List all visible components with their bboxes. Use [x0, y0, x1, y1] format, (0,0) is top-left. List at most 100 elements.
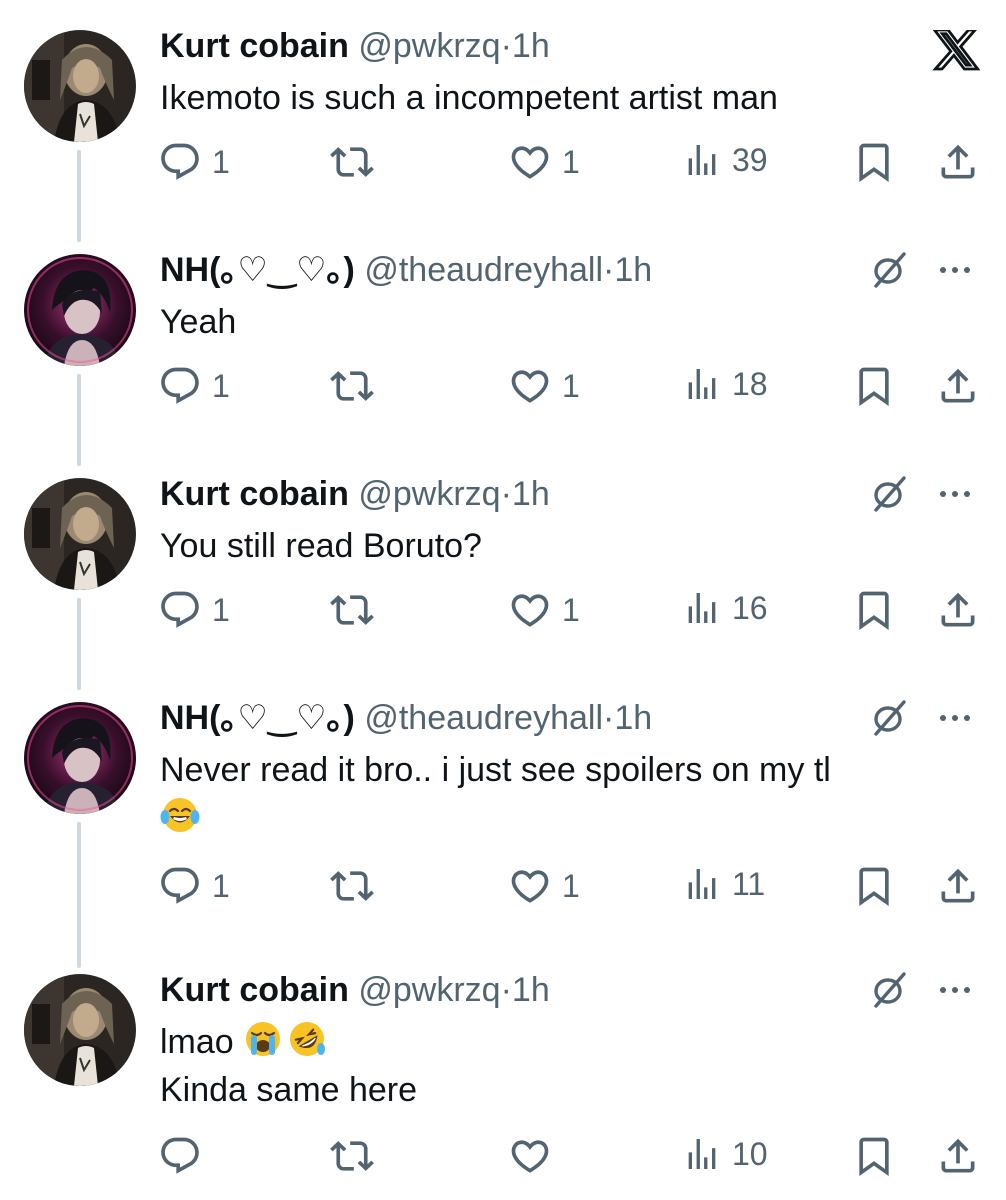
like-button[interactable]: 1	[508, 588, 580, 632]
avatar[interactable]	[24, 478, 136, 590]
retweet-button[interactable]	[330, 588, 374, 632]
reply-icon	[158, 1134, 202, 1178]
author-name[interactable]: Kurt cobain	[160, 971, 349, 1009]
reply-count: 1	[212, 592, 230, 628]
timestamp[interactable]: 1h	[614, 251, 652, 289]
tweet-text-span: lmao	[160, 1023, 234, 1061]
author-name[interactable]: NH(｡♡‿♡｡)	[160, 699, 355, 737]
author-handle[interactable]: @pwkrzq	[358, 27, 500, 65]
share-icon	[936, 1134, 980, 1178]
views-count: 39	[732, 142, 768, 178]
views-button[interactable]: 39	[682, 140, 768, 180]
author-handle[interactable]: @theaudreyhall	[364, 699, 603, 737]
tweet-text-line: Yeah	[160, 303, 237, 341]
reply-button[interactable]: 1	[158, 140, 230, 184]
views-count: 18	[732, 366, 768, 402]
share-button[interactable]	[936, 1134, 980, 1178]
views-bar-chart-icon	[682, 1134, 722, 1174]
emoji-line	[160, 794, 831, 842]
author-handle[interactable]: @pwkrzq	[358, 971, 500, 1009]
bookmark-button[interactable]	[852, 864, 896, 908]
views-count: 16	[732, 590, 768, 626]
face-with-tears-of-joy-icon	[160, 795, 200, 835]
more-dots-icon	[964, 267, 970, 273]
share-button[interactable]	[936, 364, 980, 408]
reply-button[interactable]: 1	[158, 588, 230, 632]
views-button[interactable]: 10	[682, 1134, 768, 1174]
tweet-text: You still read Boruto?	[160, 522, 482, 570]
reply-count: 1	[212, 144, 230, 180]
more-options-button[interactable]	[940, 267, 970, 273]
reply-button[interactable]	[158, 1134, 202, 1178]
retweet-button[interactable]	[330, 140, 374, 184]
tweet-text: lmao Kinda same here	[160, 1018, 417, 1114]
retweet-button[interactable]	[330, 364, 374, 408]
views-bar-chart-icon	[682, 864, 722, 904]
tweet-text: Yeah	[160, 298, 236, 346]
bookmark-icon	[852, 864, 896, 908]
views-count: 10	[732, 1136, 768, 1172]
reply-button[interactable]: 1	[158, 864, 230, 908]
grok-button[interactable]	[870, 474, 910, 519]
bookmark-button[interactable]	[852, 140, 896, 184]
more-dots-icon	[940, 491, 946, 497]
grok-button[interactable]	[870, 250, 910, 295]
more-dots-icon	[952, 987, 958, 993]
share-button[interactable]	[936, 140, 980, 184]
author-name[interactable]: Kurt cobain	[160, 27, 349, 65]
more-dots-icon	[952, 715, 958, 721]
retweet-button[interactable]	[330, 1134, 374, 1178]
timestamp[interactable]: 1h	[512, 971, 550, 1009]
grok-button[interactable]	[870, 698, 910, 743]
reply-button[interactable]: 1	[158, 364, 230, 408]
bookmark-button[interactable]	[852, 1134, 896, 1178]
tweet-header: Kurt cobain @pwkrzq·1h	[160, 474, 550, 514]
author-name[interactable]: Kurt cobain	[160, 475, 349, 513]
views-bar-chart-icon	[682, 364, 722, 404]
separator-dot: ·	[603, 251, 615, 289]
bookmark-button[interactable]	[852, 364, 896, 408]
author-handle[interactable]: @theaudreyhall	[364, 251, 603, 289]
grok-button[interactable]	[870, 970, 910, 1015]
like-button[interactable]	[508, 1134, 552, 1178]
bookmark-icon	[852, 364, 896, 408]
like-button[interactable]: 1	[508, 864, 580, 908]
grok-slash-icon	[870, 250, 910, 290]
share-button[interactable]	[936, 864, 980, 908]
views-button[interactable]: 11	[682, 864, 765, 904]
avatar[interactable]	[24, 254, 136, 366]
reply-icon	[158, 588, 202, 632]
heart-icon	[508, 364, 552, 408]
more-dots-icon	[952, 491, 958, 497]
avatar[interactable]	[24, 974, 136, 1086]
tweet-text-line: Never read it bro.. i just see spoilers …	[160, 751, 831, 789]
more-dots-icon	[952, 267, 958, 273]
views-button[interactable]: 16	[682, 588, 768, 628]
tweet-text: Ikemoto is such a incompetent artist man	[160, 74, 778, 122]
more-options-button[interactable]	[940, 491, 970, 497]
more-options-button[interactable]	[940, 715, 970, 721]
author-handle[interactable]: @pwkrzq	[358, 475, 500, 513]
avatar[interactable]	[24, 702, 136, 814]
timestamp[interactable]: 1h	[512, 27, 550, 65]
retweet-button[interactable]	[330, 864, 374, 908]
avatar[interactable]	[24, 30, 136, 142]
like-count: 1	[562, 592, 580, 628]
tweet-text-line: Kinda same here	[160, 1071, 418, 1109]
timestamp[interactable]: 1h	[512, 475, 550, 513]
like-count: 1	[562, 144, 580, 180]
like-button[interactable]: 1	[508, 364, 580, 408]
more-options-button[interactable]	[940, 987, 970, 993]
like-button[interactable]: 1	[508, 140, 580, 184]
bookmark-button[interactable]	[852, 588, 896, 632]
share-button[interactable]	[936, 588, 980, 632]
views-count: 11	[732, 866, 766, 902]
grok-slash-icon	[870, 970, 910, 1010]
close-x-logo-icon[interactable]	[931, 28, 981, 79]
timestamp[interactable]: 1h	[614, 699, 652, 737]
views-button[interactable]: 18	[682, 364, 768, 404]
tweet-text-line: Ikemoto is such a incompetent artist man	[160, 79, 778, 117]
author-name[interactable]: NH(｡♡‿♡｡)	[160, 251, 355, 289]
action-bar: 1 1 11	[0, 864, 1006, 914]
heart-icon	[508, 864, 552, 908]
